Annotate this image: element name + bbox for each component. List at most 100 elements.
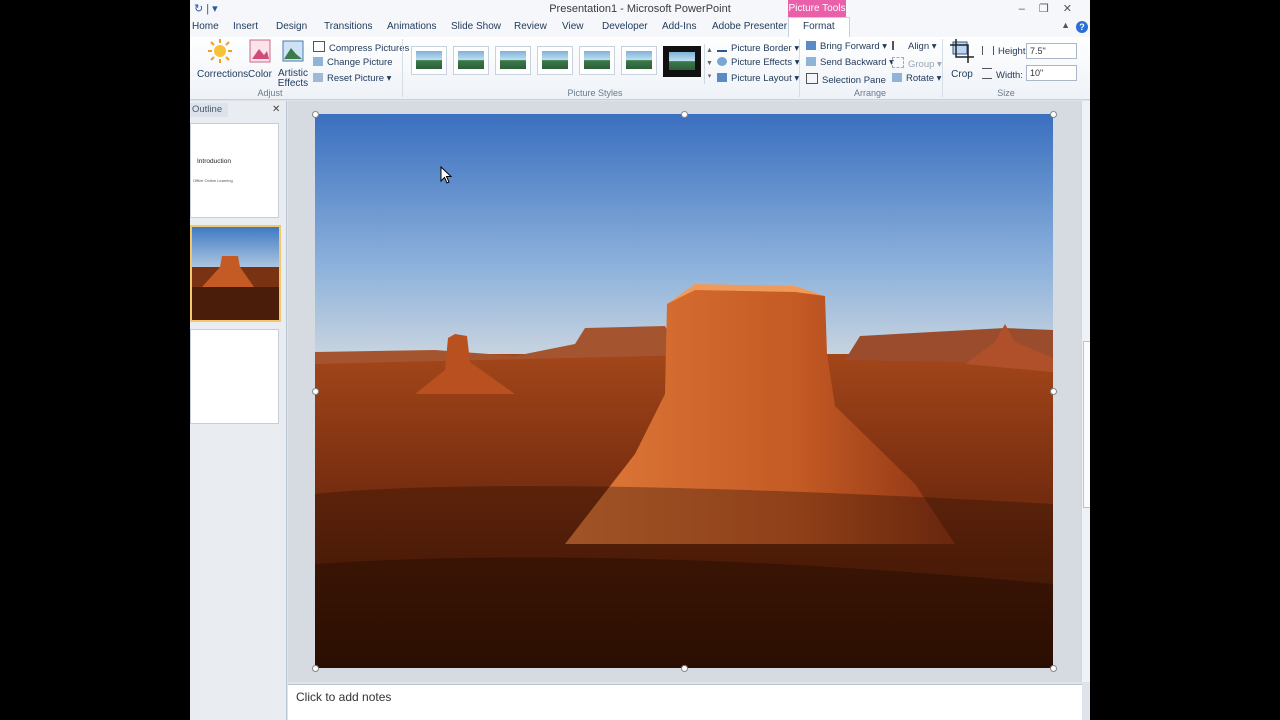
ribbon: Corrections Color Artistic Effects Compr…: [190, 37, 1090, 100]
group-divider: [942, 39, 943, 97]
picture-styles-group-label: Picture Styles: [567, 88, 623, 98]
send-backward-icon: [806, 57, 816, 66]
picture-style-7[interactable]: [663, 46, 701, 77]
picture-layout-button[interactable]: Picture Layout ▾: [717, 73, 799, 84]
help-icon[interactable]: ?: [1076, 21, 1088, 33]
vertical-scrollbar[interactable]: [1081, 101, 1090, 682]
compress-icon: [313, 41, 325, 52]
group-divider: [402, 39, 403, 97]
resize-handle-ne[interactable]: [1050, 111, 1057, 118]
slide-1-title: Introduction: [197, 158, 231, 165]
close-icon[interactable]: ✕: [272, 104, 280, 115]
compress-pictures-button[interactable]: Compress Pictures: [313, 41, 409, 54]
slide-thumbnail-2[interactable]: [190, 225, 281, 322]
tab-slide-show[interactable]: Slide Show: [451, 21, 501, 32]
group-icon: [892, 57, 904, 68]
tab-developer[interactable]: Developer: [602, 21, 648, 32]
picture-border-button[interactable]: Picture Border ▾: [717, 41, 799, 54]
color-button[interactable]: Color: [246, 39, 274, 80]
tab-outline[interactable]: Outline: [190, 103, 228, 117]
corrections-label: Corrections: [197, 69, 249, 80]
tab-home[interactable]: Home: [192, 21, 219, 32]
width-input[interactable]: 10": [1026, 65, 1077, 81]
align-label: Align: [908, 41, 930, 52]
sun-icon: [208, 39, 232, 63]
crop-icon: [950, 39, 974, 63]
reset-picture-icon: [313, 73, 323, 82]
height-icon: [982, 46, 994, 55]
gallery-scroll[interactable]: ▲ ▼ ▾: [704, 44, 714, 84]
bring-forward-button[interactable]: Bring Forward ▾: [806, 41, 887, 52]
desert-picture[interactable]: [315, 114, 1053, 668]
adjust-group-label: Adjust: [257, 88, 283, 98]
crop-label: Crop: [951, 69, 973, 80]
width-icon: [982, 68, 992, 79]
bring-forward-icon: [806, 41, 816, 50]
minimize-ribbon-icon[interactable]: ▲: [1061, 20, 1070, 30]
size-group-label: Size: [997, 88, 1015, 98]
slide-thumbnail-1[interactable]: Introduction Office Online Learning: [190, 123, 279, 218]
picture-style-6[interactable]: [621, 46, 657, 75]
resize-handle-n[interactable]: [681, 111, 688, 118]
resize-handle-w[interactable]: [312, 388, 319, 395]
align-icon: [892, 41, 904, 50]
monument-valley-image: [315, 114, 1053, 668]
send-backward-label: Send Backward: [820, 57, 887, 68]
resize-handle-nw[interactable]: [312, 111, 319, 118]
selection-pane-button[interactable]: Selection Pane: [806, 73, 886, 86]
reset-picture-button[interactable]: Reset Picture ▾: [313, 73, 391, 84]
effects-icon: [717, 57, 727, 66]
title-bar: ↻ | ▾ Presentation1 - Microsoft PowerPoi…: [190, 0, 1090, 18]
rotate-label: Rotate: [906, 73, 934, 84]
picture-style-1[interactable]: [411, 46, 447, 75]
selection-pane-icon: [806, 73, 818, 84]
ribbon-tabs: Home Insert Design Transitions Animation…: [190, 17, 1090, 40]
resize-handle-e[interactable]: [1050, 388, 1057, 395]
resize-handle-s[interactable]: [681, 665, 688, 672]
bring-forward-label: Bring Forward: [820, 41, 880, 52]
picture-style-4[interactable]: [537, 46, 573, 75]
height-label-text: Height:: [998, 46, 1029, 57]
change-picture-button[interactable]: Change Picture: [313, 57, 392, 68]
tab-design[interactable]: Design: [276, 21, 307, 32]
artistic-effects-button[interactable]: Artistic Effects: [276, 39, 310, 89]
group-button[interactable]: Group ▾: [892, 57, 942, 70]
tab-transitions[interactable]: Transitions: [324, 21, 373, 32]
picture-style-3[interactable]: [495, 46, 531, 75]
width-label-text: Width:: [996, 70, 1023, 81]
tab-animations[interactable]: Animations: [387, 21, 436, 32]
resize-handle-sw[interactable]: [312, 665, 319, 672]
tab-adobe-presenter[interactable]: Adobe Presenter: [712, 21, 787, 32]
layout-icon: [717, 73, 727, 82]
slide-editing-area: [288, 101, 1082, 682]
tab-view[interactable]: View: [562, 21, 584, 32]
send-backward-button[interactable]: Send Backward ▾: [806, 57, 894, 68]
color-label: Color: [248, 69, 272, 80]
change-picture-label: Change Picture: [327, 57, 393, 68]
align-button[interactable]: Align ▾: [892, 41, 937, 52]
picture-effects-button[interactable]: Picture Effects ▾: [717, 57, 800, 68]
rotate-button[interactable]: Rotate ▾: [892, 73, 941, 84]
tab-insert[interactable]: Insert: [233, 21, 258, 32]
window-controls[interactable]: –❐✕: [1019, 2, 1086, 15]
height-input[interactable]: 7.5": [1026, 43, 1077, 59]
picture-layout-label: Picture Layout: [731, 73, 792, 84]
picture-style-2[interactable]: [453, 46, 489, 75]
notes-pane[interactable]: Click to add notes: [288, 684, 1082, 720]
tab-review[interactable]: Review: [514, 21, 547, 32]
crop-button[interactable]: Crop: [948, 39, 976, 80]
window-title: Presentation1 - Microsoft PowerPoint: [549, 3, 731, 15]
corrections-button[interactable]: Corrections: [197, 39, 249, 80]
tab-add-ins[interactable]: Add-Ins: [662, 21, 696, 32]
slide-1-subtitle: Office Online Learning: [193, 178, 233, 183]
width-label: Width:: [982, 68, 1023, 81]
selection-pane-label: Selection Pane: [822, 75, 886, 86]
slide-thumbnail-3[interactable]: [190, 329, 279, 424]
resize-handle-se[interactable]: [1050, 665, 1057, 672]
scrollbar-thumb[interactable]: [1083, 341, 1090, 508]
powerpoint-window: ↻ | ▾ Presentation1 - Microsoft PowerPoi…: [190, 0, 1090, 720]
compress-pictures-label: Compress Pictures: [329, 43, 410, 54]
picture-border-label: Picture Border: [731, 43, 792, 54]
change-picture-icon: [313, 57, 323, 66]
picture-style-5[interactable]: [579, 46, 615, 75]
